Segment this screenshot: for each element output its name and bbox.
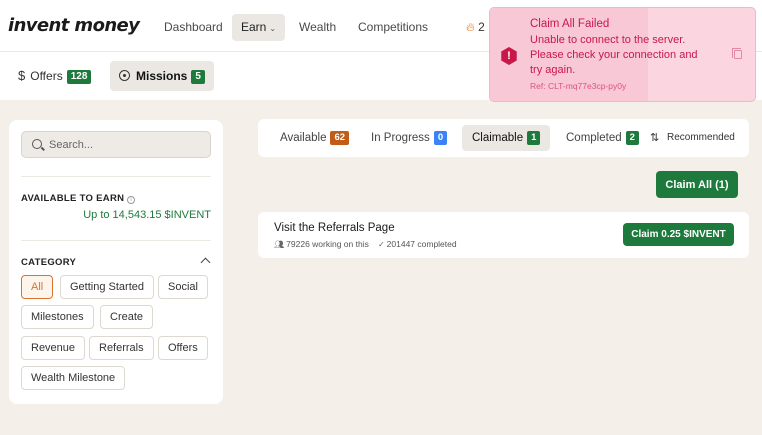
divider xyxy=(21,176,211,177)
sort-icon[interactable]: ⇅ xyxy=(650,131,659,144)
tab-claimable-label: Claimable xyxy=(472,132,524,144)
category-chip-create[interactable]: Create xyxy=(100,305,154,329)
category-chip-social[interactable]: Social xyxy=(158,275,208,299)
mission-working-count: 79226 working on this xyxy=(286,239,369,249)
tab-claimable-count: 1 xyxy=(527,131,541,145)
category-chip-wealth-milestone[interactable]: Wealth Milestone xyxy=(21,366,126,390)
info-icon[interactable]: i xyxy=(127,196,136,204)
category-chip-milestones[interactable]: Milestones xyxy=(21,305,94,329)
category-chip-getting-started[interactable]: Getting Started xyxy=(60,275,154,299)
tab-completed[interactable]: Completed 2 xyxy=(556,125,640,151)
users-icon: 👥︎ xyxy=(274,240,285,249)
claim-all-button[interactable]: Claim All (1) xyxy=(656,171,738,198)
tab-available[interactable]: Available 62 xyxy=(270,125,359,151)
mission-title: Visit the Referrals Page xyxy=(274,222,395,234)
brand-logo[interactable]: invent money xyxy=(8,15,140,36)
copy-icon[interactable] xyxy=(732,48,742,59)
offers-label: Offers xyxy=(30,69,63,83)
category-chip-referrals[interactable]: Referrals xyxy=(89,336,154,360)
missions-count-badge: 5 xyxy=(191,70,205,84)
check-circle-icon: ✓ xyxy=(377,240,385,249)
error-toast: ! Claim All Failed Unable to connect to … xyxy=(489,7,756,102)
search-icon xyxy=(32,139,42,149)
claim-mission-button[interactable]: Claim 0.25 $INVENT xyxy=(623,223,734,246)
divider xyxy=(21,240,211,241)
category-chip-all[interactable]: All xyxy=(21,275,54,299)
available-label-text: AVAILABLE TO EARN xyxy=(21,193,125,204)
tab-missions[interactable]: Missions 5 xyxy=(110,61,214,91)
sort-dropdown[interactable]: Recommended xyxy=(667,132,735,143)
tab-in-progress[interactable]: In Progress 0 xyxy=(361,125,457,151)
search-box[interactable] xyxy=(21,131,211,158)
tab-available-count: 62 xyxy=(330,131,350,145)
tab-available-label: Available xyxy=(280,132,327,144)
mission-card: Visit the Referrals Page 👥︎ 79226 working… xyxy=(258,212,749,258)
target-icon xyxy=(119,70,130,81)
toast-ref: Ref: CLT-mq77e3cp-py0y xyxy=(530,81,627,91)
tab-completed-count: 2 xyxy=(625,131,639,145)
category-label: CATEGORY xyxy=(21,257,77,268)
streak-count: 2 xyxy=(478,20,485,34)
search-input[interactable] xyxy=(49,137,204,153)
missions-label: Missions xyxy=(136,69,188,83)
flame-icon: 🔥︎ xyxy=(466,20,475,34)
mission-meta: 👥︎ 79226 working on this ✓ 201447 complete… xyxy=(274,239,459,249)
tab-claimable[interactable]: Claimable 1 xyxy=(462,125,551,151)
nav-competitions[interactable]: Competitions xyxy=(349,14,437,41)
available-to-earn-value: Up to 14,543.15 $INVENT xyxy=(83,209,211,221)
dollar-icon: $ xyxy=(18,68,26,83)
chevron-up-icon[interactable] xyxy=(200,257,211,268)
chevron-down-icon: ⌄ xyxy=(269,24,277,33)
nav-earn[interactable]: Earn ⌄ xyxy=(232,14,286,41)
mission-status-tabs: Available 62 In Progress 0 Claimable 1 Comp… xyxy=(258,119,749,157)
category-chip-revenue[interactable]: Revenue xyxy=(21,336,86,360)
mission-completed-count: 201447 completed xyxy=(386,239,457,249)
nav-dashboard[interactable]: Dashboard xyxy=(155,14,232,41)
streak-indicator[interactable]: 🔥︎ 2 xyxy=(466,20,485,35)
nav-earn-label: Earn xyxy=(241,20,267,34)
toast-title: Claim All Failed xyxy=(530,18,610,30)
offers-count-badge: 128 xyxy=(66,70,92,84)
category-chip-offers[interactable]: Offers xyxy=(158,336,208,360)
toast-message: Unable to connect to the server. Please … xyxy=(530,34,698,76)
available-to-earn-label: AVAILABLE TO EARN i xyxy=(21,193,136,204)
nav-wealth[interactable]: Wealth xyxy=(290,14,345,41)
tab-in-progress-count: 0 xyxy=(433,131,448,145)
tab-completed-label: Completed xyxy=(566,132,622,144)
filter-panel: AVAILABLE TO EARN i Up to 14,543.15 $INV… xyxy=(9,120,223,404)
tab-in-progress-label: In Progress xyxy=(371,132,430,144)
tab-offers[interactable]: $ Offers 128 xyxy=(9,61,100,91)
